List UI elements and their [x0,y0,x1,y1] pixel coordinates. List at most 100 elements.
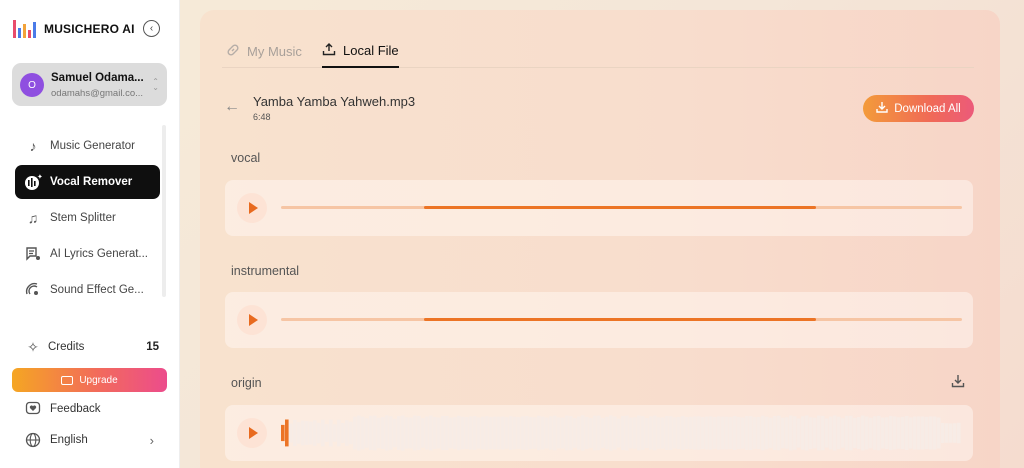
waveform-bar [921,416,925,450]
waveform[interactable] [281,415,961,451]
track-player-instrumental [225,292,973,348]
collapse-sidebar-button[interactable]: ‹ [143,20,160,37]
waveform-bar [433,417,437,449]
tab-label: My Music [247,43,302,59]
waveform-bar [857,417,861,449]
waveform-bar [445,416,449,451]
sidebar: MUSICHERO AI ‹ O Samuel Odama... odamahs… [0,0,180,468]
waveform-bar [581,415,585,451]
upgrade-label: Upgrade [79,374,118,386]
user-name: Samuel Odama... [51,72,144,84]
waveform-bar [321,419,325,447]
waveform-bar [641,416,645,450]
upgrade-button[interactable]: Upgrade [12,368,167,392]
waveform-bar [385,415,389,451]
waveform-bar [929,416,933,450]
waveform-bar [497,416,501,450]
waveform-bar [457,415,461,451]
tab-my-music[interactable]: My Music [226,34,302,68]
waveform-bar [545,417,549,449]
waveform-bar [865,416,869,450]
waveform-bar [685,417,689,449]
waveform-bar [777,415,781,451]
waveform-bar [901,416,905,450]
waveform-bar [609,415,613,451]
waveform-bar [869,417,873,449]
track-player-origin [225,405,973,461]
waveform-bar [337,419,341,447]
waveform-bar [477,417,481,449]
waveform-bar [369,415,373,451]
user-email: odamahs@gmail.co... [51,88,144,99]
play-button[interactable] [237,418,267,448]
sidebar-item-vocal-remover[interactable]: ✦ Vocal Remover [15,165,160,199]
waveform-bar [625,415,629,451]
play-button[interactable] [237,193,267,223]
waveform-bar [397,416,401,450]
waveform-bar [837,416,841,450]
waveform-bar [945,423,949,443]
sidebar-item-label: Music Generator [50,140,136,152]
sidebar-item-stem-splitter[interactable]: ♫ Stem Splitter [15,201,160,235]
waveform-bar [673,417,677,449]
play-button[interactable] [237,305,267,335]
file-duration: 6:48 [253,112,271,122]
sound-effect-icon [24,281,42,299]
waveform-bar [897,417,901,449]
waveform-bar [877,415,881,451]
waveform-bar [489,416,493,450]
waveform-bar [749,416,753,450]
waveform-bar [629,417,633,449]
waveform-bar [405,417,409,449]
logo-icon [13,20,36,38]
waveform-bar [861,415,865,451]
sidebar-item-music-generator[interactable]: ♪ Music Generator [15,129,160,163]
waveform-bar [473,416,477,450]
waveform-bar [285,419,289,447]
progress-track[interactable] [281,206,962,209]
language-selector[interactable]: English › [24,431,154,449]
waveform-bar [341,423,345,444]
waveform-bar [573,418,577,448]
waveform-bar [453,417,457,449]
waveform-bar [585,416,589,449]
sidebar-item-ai-lyrics[interactable]: AI Lyrics Generat... [15,237,160,271]
back-arrow-icon[interactable]: ← [224,98,240,116]
waveform-bar [833,415,837,451]
progress-track[interactable] [281,318,962,321]
waveform-bar [441,415,445,451]
waveform-bar [409,417,413,449]
sidebar-item-sound-effect[interactable]: Sound Effect Ge... [15,273,160,307]
sidebar-scrollbar[interactable] [162,125,166,297]
waveform-bar [349,421,353,445]
download-origin-icon[interactable] [951,374,965,391]
progress-fill [424,206,816,209]
brand[interactable]: MUSICHERO AI [13,18,135,40]
waveform-bar [765,416,769,450]
play-icon [248,202,258,214]
waveform-bar [533,417,537,449]
waveform-bar [941,422,945,444]
waveform-bar [493,416,497,450]
feedback-link[interactable]: Feedback [24,400,154,418]
waveform-bar [365,418,369,448]
waveform-bar [737,416,741,450]
language-label: English [50,434,88,446]
waveform-bar [557,417,561,449]
waveform-bar [725,416,729,450]
user-card[interactable]: O Samuel Odama... odamahs@gmail.co... ⌃ ⌄ [12,63,167,106]
waveform-bar [537,415,541,451]
waveform-bar [301,420,305,446]
tab-local-file[interactable]: Local File [322,34,399,68]
waveform-bar [561,417,565,449]
waveform-bar [757,417,761,449]
sidebar-item-label: Sound Effect Ge... [50,284,144,296]
waveform-bar [281,424,285,442]
waveform-bar [805,415,809,451]
download-all-button[interactable]: Download All [863,95,974,122]
waveform-bar [485,416,489,450]
credits-row[interactable]: ✧ Credits 15 [24,338,159,356]
waveform-bar [541,416,545,450]
play-icon [248,427,258,439]
waveform-bar [469,416,473,450]
